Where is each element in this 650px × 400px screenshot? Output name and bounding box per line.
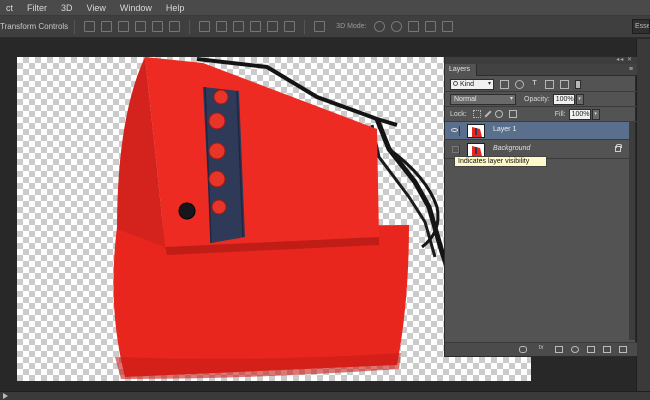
- menu-3d[interactable]: 3D: [61, 3, 73, 13]
- filter-kind-label: Kind: [460, 80, 475, 88]
- lock-label: Lock:: [450, 110, 467, 118]
- align-hcenter-icon[interactable]: [152, 21, 164, 32]
- distribute-top-icon[interactable]: [199, 21, 211, 32]
- visibility-toggle[interactable]: [449, 145, 460, 155]
- 3d-mode-label: 3D Mode:: [336, 23, 367, 30]
- opacity-slider-button[interactable]: ▾: [575, 93, 584, 105]
- blend-mode-select[interactable]: Normal ▾: [450, 93, 516, 105]
- layer-thumbnail: [467, 143, 485, 157]
- layers-panel: ◂◂ ✕ Layers ≡ Kind ▾ T Normal ▾ Opacity:…: [444, 56, 637, 357]
- fill-label: Fill:: [554, 110, 566, 118]
- distribute-vcenter-icon[interactable]: [216, 21, 228, 32]
- divider: [189, 19, 191, 34]
- align-top-icon[interactable]: [84, 21, 96, 32]
- layer-name[interactable]: Layer 1: [493, 126, 516, 133]
- opacity-input[interactable]: 100%: [552, 93, 575, 105]
- distribute-hcenter-icon[interactable]: [267, 21, 279, 32]
- mask-icon[interactable]: [555, 346, 563, 353]
- 3d-roll-icon[interactable]: [390, 21, 402, 32]
- eye-icon: [451, 128, 458, 132]
- divider: [304, 19, 306, 34]
- distribute-left-icon[interactable]: [250, 21, 262, 32]
- layer-thumbnail: [467, 124, 485, 138]
- expand-arrow-icon[interactable]: [3, 393, 8, 399]
- layer-name[interactable]: Background: [493, 145, 530, 152]
- trash-icon[interactable]: [619, 346, 627, 353]
- options-bar: Transform Controls 3D Mode: Essentials: [0, 16, 650, 38]
- bag-thumbnail: [468, 125, 484, 137]
- align-vcenter-icon[interactable]: [101, 21, 113, 32]
- 3d-scale-icon[interactable]: [441, 21, 453, 32]
- filter-kind-select[interactable]: Kind ▾: [450, 78, 494, 90]
- fill-input[interactable]: 100%: [568, 108, 591, 120]
- layer-filter-row: Kind ▾ T: [445, 77, 637, 91]
- filter-smartobject-icon[interactable]: [560, 79, 569, 89]
- adjustment-icon[interactable]: [571, 346, 579, 353]
- visibility-toggle[interactable]: [449, 126, 460, 136]
- menu-select[interactable]: ct: [6, 3, 13, 13]
- lock-row: Lock: Fill: 100% ▾: [445, 107, 637, 121]
- menu-help[interactable]: Help: [166, 3, 185, 13]
- tab-layers[interactable]: Layers: [445, 64, 477, 76]
- filter-pixel-icon[interactable]: [500, 79, 509, 89]
- filter-type-icon[interactable]: T: [530, 80, 539, 89]
- distribute-right-icon[interactable]: [284, 21, 296, 32]
- lock-position-icon[interactable]: [494, 110, 503, 118]
- chevron-down-icon: ▾: [487, 80, 491, 87]
- menu-window[interactable]: Window: [120, 3, 152, 13]
- layer-row-layer-1[interactable]: Layer 1: [445, 122, 631, 140]
- panel-header-strip: ◂◂ ✕: [445, 57, 637, 64]
- fx-icon[interactable]: fx: [535, 345, 547, 353]
- collapse-icon[interactable]: ◂◂ ✕: [616, 57, 633, 64]
- menu-view[interactable]: View: [87, 3, 106, 13]
- lock-icon: [615, 144, 622, 152]
- align-left-icon[interactable]: [135, 21, 147, 32]
- panel-bottom-toolbar: fx: [445, 342, 637, 356]
- new-layer-icon[interactable]: [603, 346, 611, 353]
- status-bar: [0, 391, 650, 400]
- chevron-down-icon: ▾: [509, 95, 513, 102]
- blend-mode-value: Normal: [454, 95, 477, 103]
- lock-transparent-icon[interactable]: [472, 110, 481, 118]
- filter-toggle[interactable]: [575, 79, 581, 89]
- workspace-switcher[interactable]: Essentials: [632, 19, 650, 34]
- 3d-pan-icon[interactable]: [407, 21, 419, 32]
- lock-paint-icon[interactable]: [484, 110, 492, 118]
- tooltip: Indicates layer visibility: [454, 156, 547, 167]
- panel-menu-icon[interactable]: ≡: [629, 66, 633, 74]
- divider: [74, 19, 76, 34]
- fill-slider-button[interactable]: ▾: [591, 108, 600, 120]
- search-icon: [453, 80, 458, 86]
- auto-align-icon[interactable]: [314, 21, 326, 32]
- menu-bar: ct Filter 3D View Window Help: [0, 0, 650, 16]
- menu-filter[interactable]: Filter: [27, 3, 47, 13]
- filter-shape-icon[interactable]: [545, 79, 554, 89]
- link-icon[interactable]: [519, 346, 527, 353]
- transform-controls-label[interactable]: Transform Controls: [0, 22, 68, 31]
- 3d-rotate-icon[interactable]: [373, 21, 385, 32]
- 3d-slide-icon[interactable]: [424, 21, 436, 32]
- distribute-bottom-icon[interactable]: [233, 21, 245, 32]
- blend-row: Normal ▾ Opacity: 100% ▾: [445, 92, 637, 106]
- lock-all-icon[interactable]: [508, 110, 517, 118]
- panel-tab-row: Layers ≡: [445, 64, 637, 76]
- opacity-label: Opacity:: [524, 95, 550, 103]
- visibility-empty-box: [452, 146, 459, 153]
- layers-scrollbar[interactable]: [629, 121, 635, 340]
- align-bottom-icon[interactable]: [118, 21, 130, 32]
- folder-icon[interactable]: [587, 346, 595, 353]
- panel-dock-strip: [636, 39, 650, 391]
- align-right-icon[interactable]: [169, 21, 181, 32]
- filter-adjustment-icon[interactable]: [515, 79, 524, 89]
